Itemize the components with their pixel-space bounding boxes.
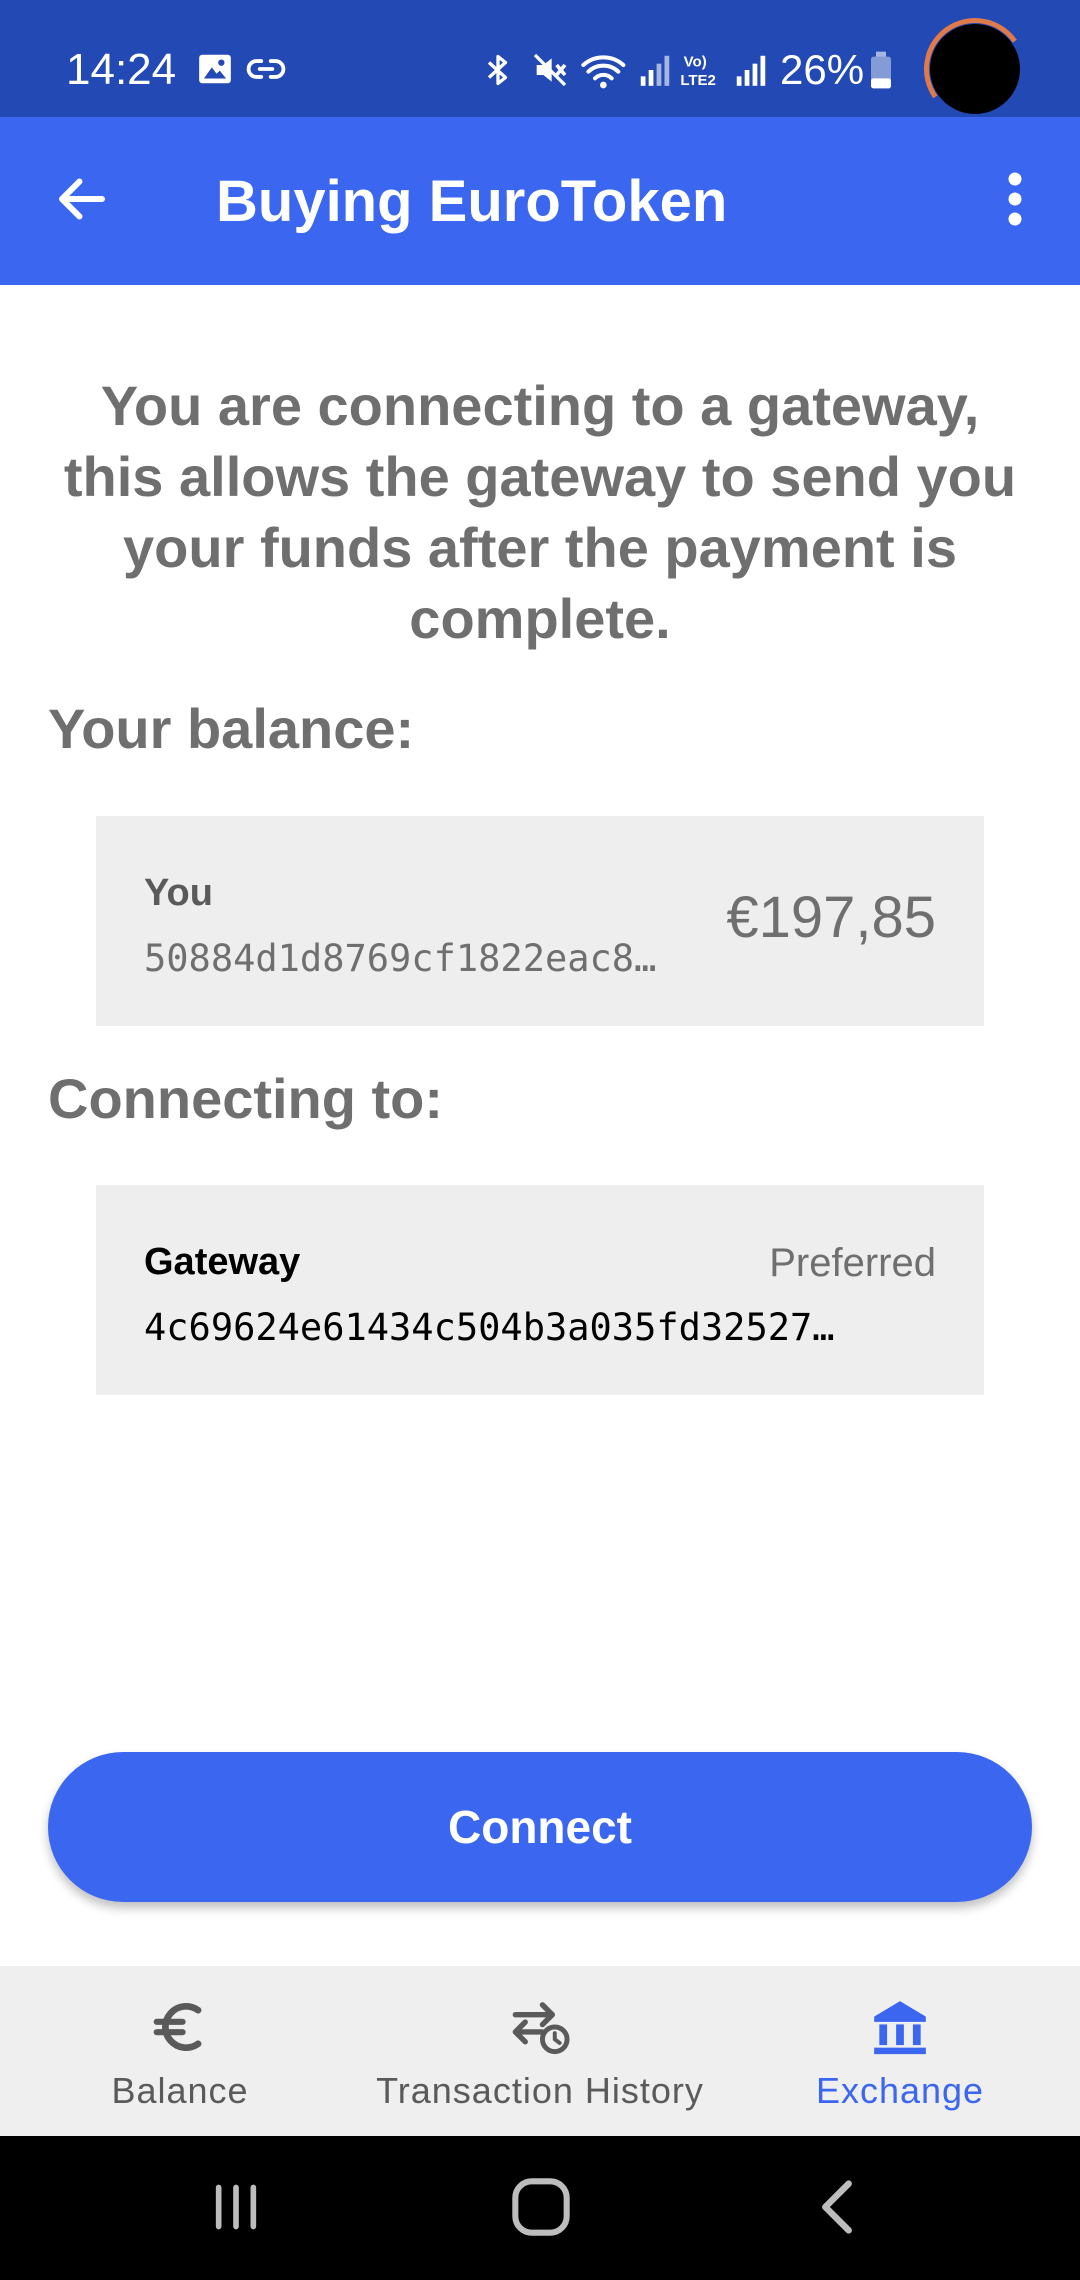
gateway-card[interactable]: Gateway Preferred 4c69624e61434c504b3a03… <box>96 1185 984 1395</box>
bluetooth-icon <box>487 54 508 86</box>
system-nav-bar <box>0 2136 1080 2280</box>
front-camera-cutout <box>930 24 1020 114</box>
balance-section-label: Your balance: <box>48 697 415 760</box>
nav-label-balance: Balance <box>111 2070 249 2111</box>
volte-icon: Vo) LTE2 <box>680 54 716 89</box>
back-icon[interactable] <box>812 2172 862 2242</box>
connect-button[interactable]: Connect <box>48 1752 1032 1902</box>
page-title: Buying EuroToken <box>216 169 728 234</box>
svg-text:Vo): Vo) <box>684 54 707 71</box>
balance-owner-name: You <box>144 872 213 914</box>
euro-icon <box>153 2003 202 2051</box>
balance-public-key: 50884d1d8769cf1822eac8… <box>144 937 657 980</box>
status-bar: 14:24 Vo) LTE2 26% <box>0 0 1080 129</box>
link-icon <box>246 59 286 79</box>
gateway-name: Gateway <box>144 1241 301 1283</box>
bottom-nav: Balance Transaction History Exchange <box>0 1966 1080 2136</box>
arrow-left-icon[interactable] <box>52 169 112 229</box>
image-icon <box>199 54 231 84</box>
signal-icon <box>736 55 766 86</box>
intro-text: You are connecting to a gateway, this al… <box>63 374 1017 650</box>
nav-item-exchange[interactable]: Exchange <box>780 1966 1020 2136</box>
gateway-preferred-tag: Preferred <box>769 1241 936 1285</box>
status-time: 14:24 <box>66 45 177 94</box>
home-icon[interactable] <box>506 2172 576 2242</box>
history-swap-icon <box>512 2002 570 2055</box>
more-vert-icon[interactable] <box>1000 169 1030 229</box>
balance-card: You 50884d1d8769cf1822eac8… €197,85 <box>96 816 984 1026</box>
gateway-public-key: 4c69624e61434c504b3a035fd32527… <box>144 1306 835 1349</box>
nav-item-transaction-history[interactable]: Transaction History <box>360 1966 720 2136</box>
battery-icon <box>871 51 891 89</box>
wifi-icon <box>581 55 626 89</box>
gateway-section-label: Connecting to: <box>48 1067 444 1130</box>
nav-item-balance[interactable]: Balance <box>60 1966 300 2136</box>
signal-icon <box>640 55 670 86</box>
nav-label-transaction-history: Transaction History <box>376 2070 704 2111</box>
mute-icon <box>533 53 567 87</box>
balance-amount: €197,85 <box>726 885 936 950</box>
app-bar: Buying EuroToken <box>0 117 1080 285</box>
screen: 14:24 Vo) LTE2 26% Buying EuroToken You … <box>0 0 1080 2280</box>
bank-icon <box>874 2001 926 2055</box>
nav-label-exchange: Exchange <box>815 2070 985 2111</box>
svg-text:LTE2: LTE2 <box>680 72 716 89</box>
battery-percent: 26% <box>780 46 865 93</box>
recents-icon[interactable] <box>210 2172 262 2242</box>
